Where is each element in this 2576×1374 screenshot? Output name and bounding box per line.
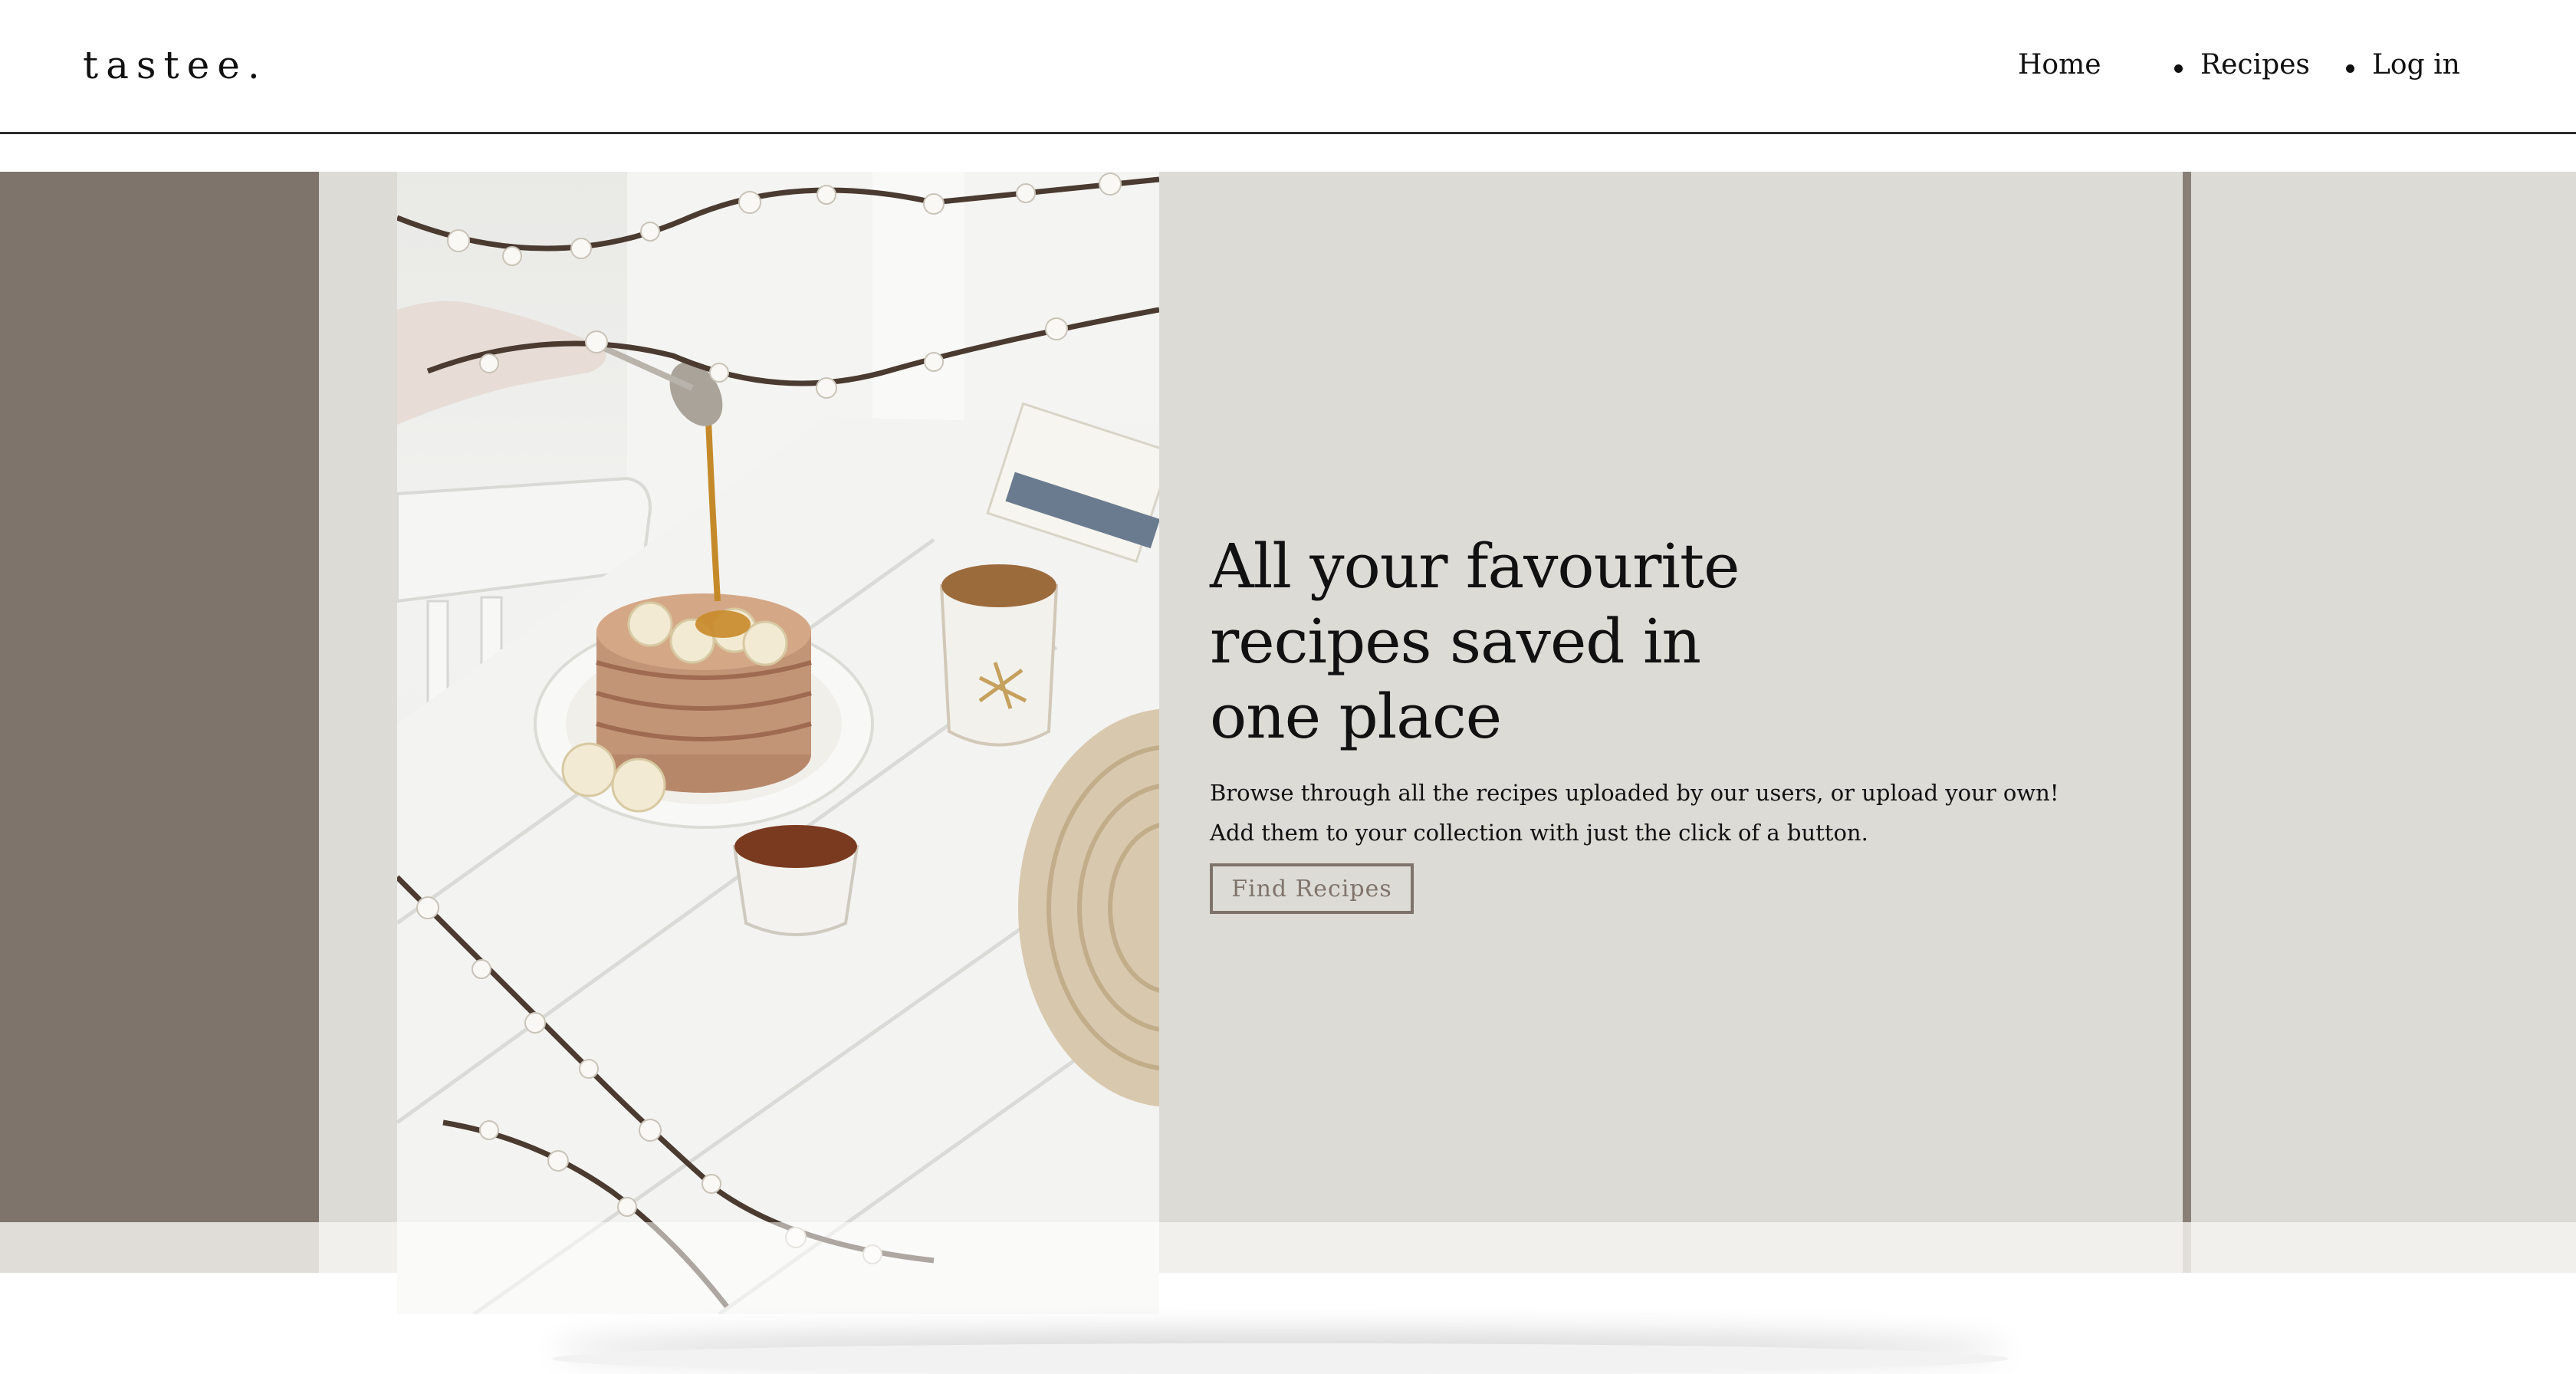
- hero-bottom-fade: [0, 1222, 2576, 1273]
- hero-right-panel: [2191, 172, 2576, 1273]
- hero-photo: [397, 172, 1159, 1314]
- site-header: tastee. Home Recipes Log in: [0, 0, 2576, 134]
- pancakes-photo-illustration: [397, 172, 1159, 1314]
- nav-home-link[interactable]: Home: [2018, 49, 2101, 81]
- hero-left-panel: [0, 172, 319, 1273]
- photo-bottom-fade: [397, 1222, 1159, 1314]
- bottom-card-shadow: [552, 1343, 2009, 1374]
- hero-title-line: All your favourite: [1210, 531, 1740, 602]
- nav-login-link[interactable]: Log in: [2372, 49, 2460, 81]
- hero-title-line: one place: [1210, 681, 1502, 752]
- hero-title: All your favourite recipes saved in one …: [1210, 529, 1823, 754]
- nav-separator-dot: [2174, 64, 2183, 73]
- hero-description-line: Browse through all the recipes uploaded …: [1210, 780, 2059, 806]
- find-recipes-button[interactable]: Find Recipes: [1210, 863, 1414, 914]
- hero-accent-bar: [2183, 172, 2191, 1273]
- hero-title-line: recipes saved in: [1210, 606, 1701, 677]
- nav-separator-dot: [2346, 64, 2354, 73]
- hero-description: Browse through all the recipes uploaded …: [1210, 773, 2130, 853]
- site-logo[interactable]: tastee.: [83, 43, 268, 87]
- nav-recipes-link[interactable]: Recipes: [2200, 49, 2310, 81]
- hero-description-line: Add them to your collection with just th…: [1210, 820, 1868, 846]
- main-nav: Home Recipes Log in: [1963, 49, 2576, 87]
